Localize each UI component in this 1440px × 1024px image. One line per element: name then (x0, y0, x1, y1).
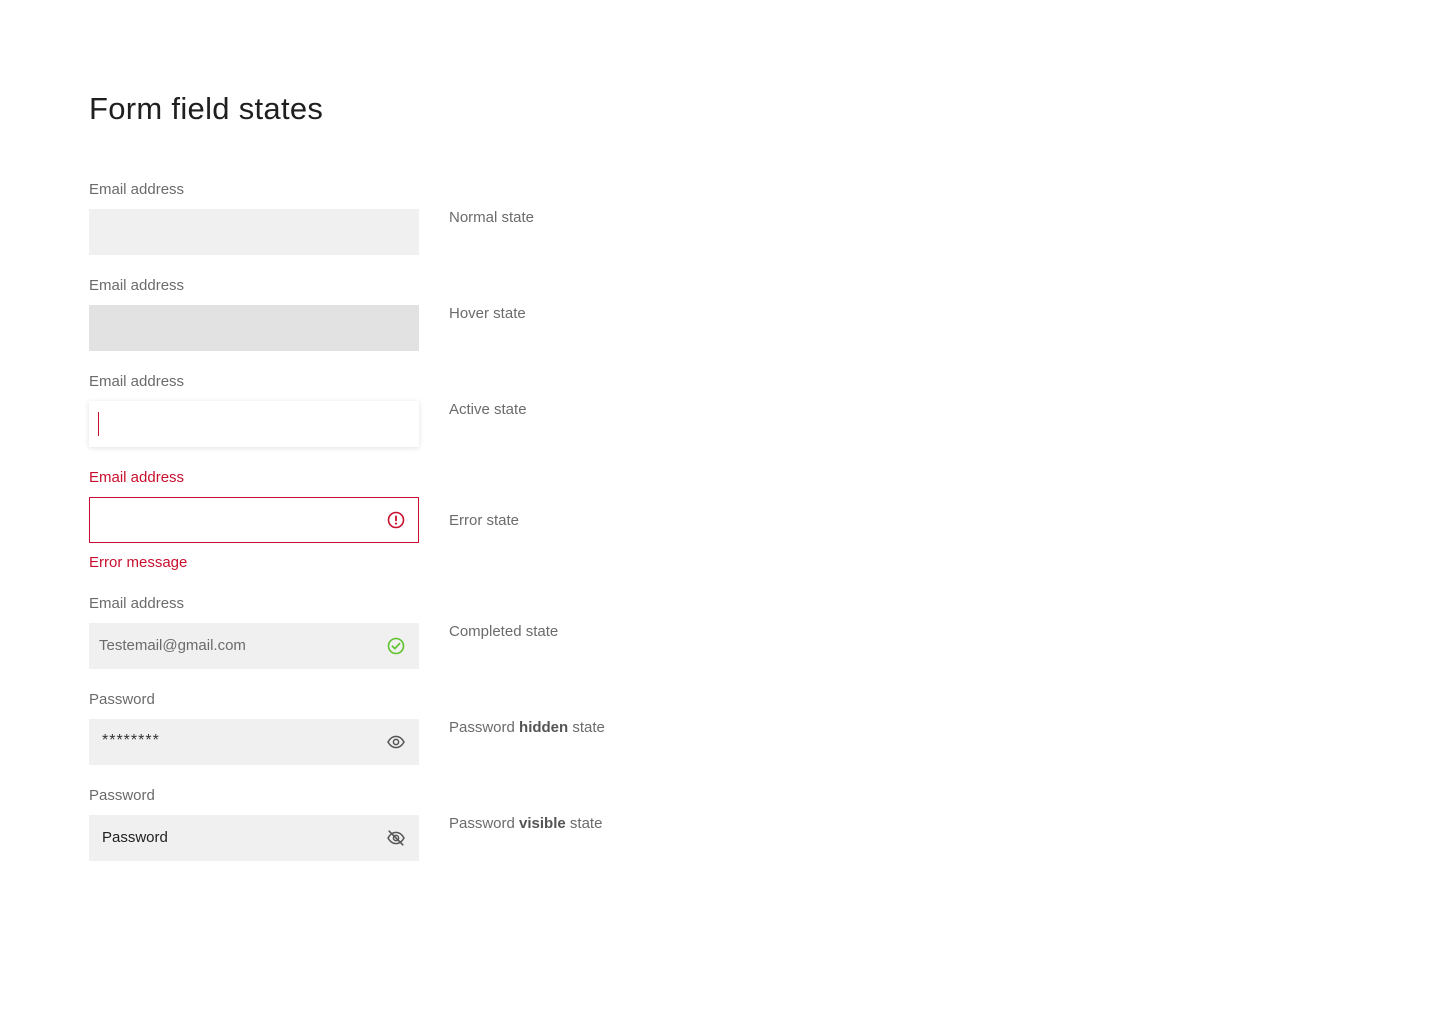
email-input-error[interactable] (89, 497, 419, 543)
field-label: Password (89, 691, 155, 708)
eye-icon[interactable] (386, 732, 406, 752)
state-note: Error state (449, 512, 520, 529)
password-input-hidden[interactable]: ******** (89, 719, 419, 765)
field-label: Password (89, 787, 155, 804)
error-icon (386, 510, 406, 530)
state-note-prefix: Password (449, 815, 520, 832)
field-label: Email address (89, 181, 185, 198)
state-note: Completed state (449, 623, 559, 640)
state-note-emphasis: hidden (519, 719, 569, 736)
state-note-suffix: state (568, 719, 605, 736)
email-input-normal[interactable] (89, 209, 419, 255)
field-label: Email address (89, 277, 185, 294)
state-note-prefix: Password (449, 719, 520, 736)
state-note: Active state (449, 401, 527, 418)
field-value: Testemail@gmail.com (99, 637, 246, 654)
page-title: Form field states (89, 91, 324, 126)
error-message: Error message (89, 554, 188, 571)
state-note: Normal state (449, 209, 535, 226)
field-label: Email address (89, 595, 185, 612)
email-input-completed[interactable]: Testemail@gmail.com (89, 623, 419, 669)
eye-off-icon[interactable] (386, 828, 406, 848)
text-caret (98, 412, 99, 436)
field-label: Email address (89, 373, 185, 390)
field-value: Password (102, 829, 168, 846)
email-input-hover[interactable] (89, 305, 419, 351)
state-note: Password hidden state (449, 718, 605, 738)
state-note-suffix: state (565, 815, 603, 832)
field-value: ******** (102, 732, 160, 749)
check-circle-icon (386, 636, 406, 656)
field-label: Email address (89, 469, 185, 486)
state-note-emphasis: visible (519, 815, 566, 832)
state-note: Password visible state (449, 814, 602, 834)
password-input-visible[interactable]: Password (89, 815, 419, 861)
email-input-active[interactable] (89, 401, 419, 447)
state-note: Hover state (449, 305, 526, 322)
